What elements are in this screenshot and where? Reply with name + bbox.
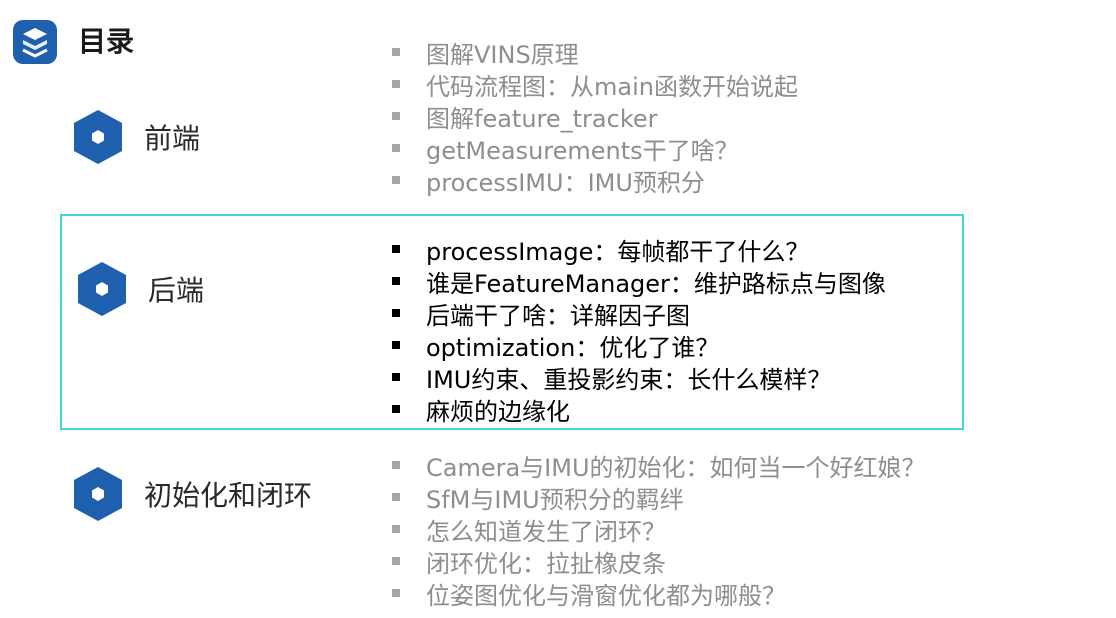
list-item[interactable]: processIMU：IMU预积分 bbox=[392, 164, 798, 197]
square-bullet-icon bbox=[392, 405, 400, 413]
list-frontend: 图解VINS原理 代码流程图：从main函数开始说起 图解feature_tra… bbox=[392, 36, 798, 197]
square-bullet-icon bbox=[392, 341, 400, 349]
section-label-frontend: 前端 bbox=[144, 122, 201, 155]
list-item[interactable]: 图解feature_tracker bbox=[392, 100, 798, 133]
square-bullet-icon bbox=[392, 493, 400, 501]
square-bullet-icon bbox=[392, 80, 400, 88]
list-item[interactable]: processImage：每帧都干了什么？ bbox=[392, 233, 886, 266]
hexagon-icon bbox=[74, 110, 122, 164]
square-bullet-icon bbox=[392, 525, 400, 533]
list-item[interactable]: 图解VINS原理 bbox=[392, 36, 798, 69]
square-bullet-icon bbox=[392, 557, 400, 565]
square-bullet-icon bbox=[392, 176, 400, 184]
section-label-init-loop: 初始化和闭环 bbox=[144, 479, 313, 512]
square-bullet-icon bbox=[392, 589, 400, 597]
square-bullet-icon bbox=[392, 112, 400, 120]
square-bullet-icon bbox=[392, 245, 400, 253]
section-label-backend: 后端 bbox=[148, 274, 205, 307]
list-item[interactable]: 代码流程图：从main函数开始说起 bbox=[392, 68, 798, 101]
list-item[interactable]: Camera与IMU的初始化：如何当一个好红娘？ bbox=[392, 449, 926, 482]
list-item[interactable]: 闭环优化：拉扯橡皮条 bbox=[392, 545, 926, 578]
stacked-s-logo-icon bbox=[13, 20, 57, 64]
section-backend: 后端 bbox=[76, 260, 204, 318]
list-item[interactable]: 谁是FeatureManager：维护路标点与图像 bbox=[392, 265, 886, 298]
square-bullet-icon bbox=[392, 309, 400, 317]
list-item[interactable]: IMU约束、重投影约束：长什么模样？ bbox=[392, 361, 886, 394]
square-bullet-icon bbox=[392, 461, 400, 469]
hexagon-icon bbox=[74, 467, 122, 521]
square-bullet-icon bbox=[392, 277, 400, 285]
square-bullet-icon bbox=[392, 48, 400, 56]
square-bullet-icon bbox=[392, 144, 400, 152]
list-item[interactable]: 位姿图优化与滑窗优化都为哪般？ bbox=[392, 577, 926, 610]
list-item[interactable]: getMeasurements干了啥？ bbox=[392, 132, 798, 165]
list-item[interactable]: 后端干了啥：详解因子图 bbox=[392, 297, 886, 330]
hexagon-icon bbox=[78, 262, 126, 316]
list-item[interactable]: 麻烦的边缘化 bbox=[392, 393, 886, 426]
page-title: 目录 bbox=[78, 25, 135, 58]
list-item[interactable]: SfM与IMU预积分的羁绊 bbox=[392, 481, 926, 514]
list-item[interactable]: optimization：优化了谁？ bbox=[392, 329, 886, 362]
list-backend: processImage：每帧都干了什么？ 谁是FeatureManager：维… bbox=[392, 233, 886, 426]
list-init-loop: Camera与IMU的初始化：如何当一个好红娘？ SfM与IMU预积分的羁绊 怎… bbox=[392, 449, 926, 610]
section-frontend: 前端 bbox=[72, 108, 200, 166]
square-bullet-icon bbox=[392, 373, 400, 381]
section-init-loop: 初始化和闭环 bbox=[72, 465, 312, 523]
list-item[interactable]: 怎么知道发生了闭环？ bbox=[392, 513, 926, 546]
